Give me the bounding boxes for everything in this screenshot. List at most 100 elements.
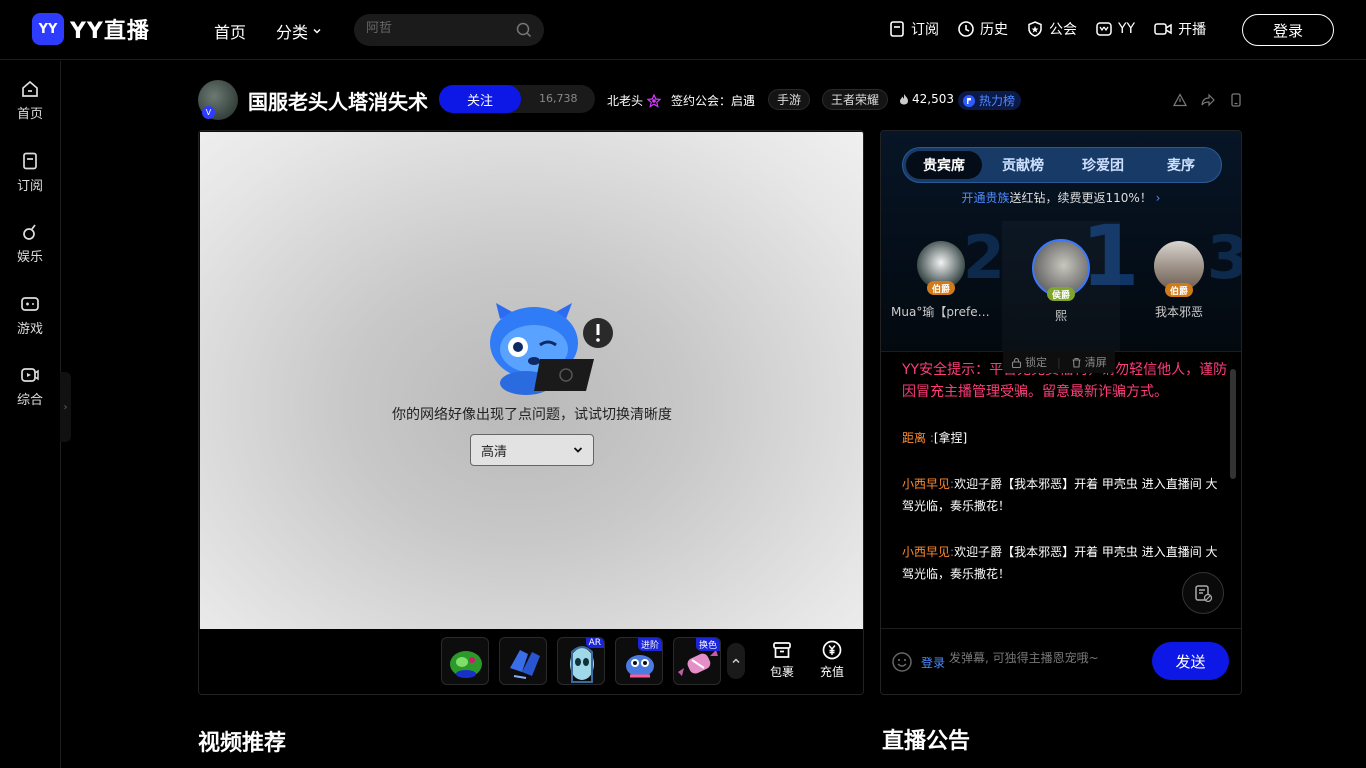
chevron-down-icon <box>313 28 321 34</box>
send-button[interactable]: 发送 <box>1152 642 1229 680</box>
host-name-link[interactable]: 北老头 <box>607 92 662 109</box>
chat-username[interactable]: 距离 <box>902 431 926 445</box>
guild-link[interactable]: 公会 <box>1026 19 1077 39</box>
lock-button[interactable]: 锁定 <box>1011 354 1047 370</box>
gift-expand-button[interactable] <box>727 643 745 679</box>
yy-link[interactable]: YY <box>1095 19 1135 39</box>
chat-username[interactable]: 小西早见 <box>902 477 950 491</box>
history-link[interactable]: 历史 <box>957 19 1008 39</box>
video-area[interactable]: 你的网络好像出现了点问题，试试切换清晰度 高清 <box>200 132 863 629</box>
trash-icon <box>1072 357 1081 368</box>
sidebar-toggle-button[interactable]: › <box>60 372 71 442</box>
guild-info[interactable]: 签约公会：启遇 <box>671 92 755 109</box>
divider: | <box>1057 355 1061 369</box>
top-bar: YY YY直播 首页 分类 订阅 历史 公会 YY 开播 登录 <box>0 0 1366 60</box>
gift-item[interactable] <box>441 637 489 685</box>
gift-badge: AR <box>585 638 604 648</box>
emoji-icon[interactable] <box>891 651 913 673</box>
package-label: 包裹 <box>770 665 795 679</box>
tag-mobile-games[interactable]: 手游 <box>768 89 811 110</box>
tab-vip-seats[interactable]: 贵宾席 <box>906 151 982 179</box>
sidebar-item-entertainment[interactable]: 娱乐 <box>0 222 60 265</box>
chevron-right-icon: › <box>1151 191 1161 205</box>
seat-avatar: 侯爵 <box>1032 239 1090 301</box>
network-error-message: 你的网络好像出现了点问题，试试切换清晰度 <box>392 407 672 423</box>
yuan-coin-icon <box>822 640 842 660</box>
home-icon <box>22 80 38 97</box>
logo-badge: YY <box>32 13 64 45</box>
rank-label: 热力榜 <box>979 94 1016 108</box>
sidebar-item-label: 首页 <box>16 107 43 122</box>
gift-item[interactable]: 进阶 <box>615 637 663 685</box>
recharge-button[interactable]: 充值 <box>820 639 844 680</box>
vip-seat-3[interactable]: 伯爵 我本邪恶 <box>1129 241 1229 320</box>
go-live-link[interactable]: 开播 <box>1153 19 1206 39</box>
sidebar-item-games[interactable]: 游戏 <box>0 294 60 337</box>
sidebar-item-general[interactable]: 综合 <box>0 365 60 408</box>
chat-controls: 锁定 | 清屏 <box>1003 351 1115 373</box>
gift-badge: 进阶 <box>637 638 662 651</box>
vip-seat-area: 贵宾席 贡献榜 珍爱团 麦序 开通贵族送红钻，续费更返110%！ › 2 1 3… <box>881 131 1241 351</box>
yy-icon <box>1096 22 1112 36</box>
video-player: 你的网络好像出现了点问题，试试切换清晰度 高清 AR 进阶 换色 包裹 充值 <box>198 130 864 695</box>
mobile-icon[interactable] <box>1229 93 1243 107</box>
tab-contribution[interactable]: 贡献榜 <box>985 151 1061 179</box>
panel-tabs: 贵宾席 贡献榜 珍爱团 麦序 <box>902 147 1222 183</box>
heat-rank-badge[interactable]: 热力榜 <box>958 91 1022 110</box>
chevron-up-icon <box>732 658 740 664</box>
package-icon <box>773 642 791 658</box>
tag-honor-of-kings[interactable]: 王者荣耀 <box>822 89 889 110</box>
subscribe-link[interactable]: 订阅 <box>888 19 939 39</box>
nav-home-link[interactable]: 首页 <box>214 19 246 43</box>
chat-message: 小西早见:欢迎子爵【我本邪恶】开着 甲壳虫 进入直播间 大驾光临，奏乐撒花！ <box>902 477 1218 513</box>
tab-mic-queue[interactable]: 麦序 <box>1143 151 1219 179</box>
go-live-label: 开播 <box>1178 22 1207 38</box>
bookmark-icon <box>890 21 904 37</box>
vip-seat-1[interactable]: 侯爵 熙 <box>1011 239 1111 324</box>
sidebar-item-home[interactable]: 首页 <box>0 79 60 122</box>
verified-icon: V <box>202 106 215 119</box>
follow-button[interactable]: 关注 <box>439 85 521 113</box>
chat-input-bar: 登录 发送 <box>881 628 1241 694</box>
danmaku-input[interactable] <box>949 651 1139 665</box>
quality-select[interactable]: 高清 <box>470 434 594 466</box>
host-name: 北老头 <box>607 94 644 108</box>
subscribe-label: 订阅 <box>911 22 939 38</box>
gift-item[interactable]: AR <box>557 637 605 685</box>
interaction-panel: 贵宾席 贡献榜 珍爱团 麦序 开通贵族送红钻，续费更返110%！ › 2 1 3… <box>880 130 1242 695</box>
gift-item[interactable] <box>499 637 547 685</box>
tab-fan-club[interactable]: 珍爱团 <box>1065 151 1141 179</box>
section-title-announcement: 直播公告 <box>882 729 971 754</box>
chevron-down-icon <box>573 447 583 453</box>
search-icon[interactable] <box>516 22 532 38</box>
report-icon[interactable] <box>1173 93 1187 107</box>
yy-mascot-error-illustration <box>490 303 613 395</box>
host-avatar[interactable]: V <box>198 80 238 120</box>
chat-username[interactable]: 小西早见 <box>902 545 950 559</box>
chat-login-link[interactable]: 登录 <box>921 654 945 671</box>
search-input[interactable] <box>366 21 506 36</box>
seat-noble-rank: 侯爵 <box>1046 287 1076 301</box>
yy-label: YY <box>1118 21 1136 37</box>
yy-logo[interactable]: YY YY直播 <box>32 13 150 45</box>
chat-scrollbar[interactable] <box>1230 369 1236 479</box>
heat-value: 42,503 <box>899 92 954 106</box>
noble-promo[interactable]: 开通贵族送红钻，续费更返110%！ › <box>881 189 1241 206</box>
noble-promo-link[interactable]: 开通贵族 <box>962 191 1010 205</box>
package-button[interactable]: 包裹 <box>770 639 794 680</box>
sidebar-item-label: 娱乐 <box>16 250 43 265</box>
gift-item[interactable]: 换色 <box>673 637 721 685</box>
nav-category-dropdown[interactable]: 分类 <box>276 19 322 43</box>
vip-seat-2[interactable]: 伯爵 Mua°瑜【prefere… <box>891 241 991 320</box>
section-title-video-recommend: 视频推荐 <box>198 731 287 756</box>
nav-category-label: 分类 <box>276 23 309 42</box>
share-icon[interactable] <box>1201 93 1215 107</box>
guild-label: 公会 <box>1049 22 1077 38</box>
sidebar-item-subscribe[interactable]: 订阅 <box>0 151 60 194</box>
gift-badge: 换色 <box>695 638 720 651</box>
clear-screen-button[interactable]: 清屏 <box>1071 354 1107 370</box>
music-icon <box>23 224 36 240</box>
gift-green-creature-icon <box>450 651 482 678</box>
chat-settings-button[interactable] <box>1182 572 1224 614</box>
login-button[interactable]: 登录 <box>1242 14 1334 46</box>
